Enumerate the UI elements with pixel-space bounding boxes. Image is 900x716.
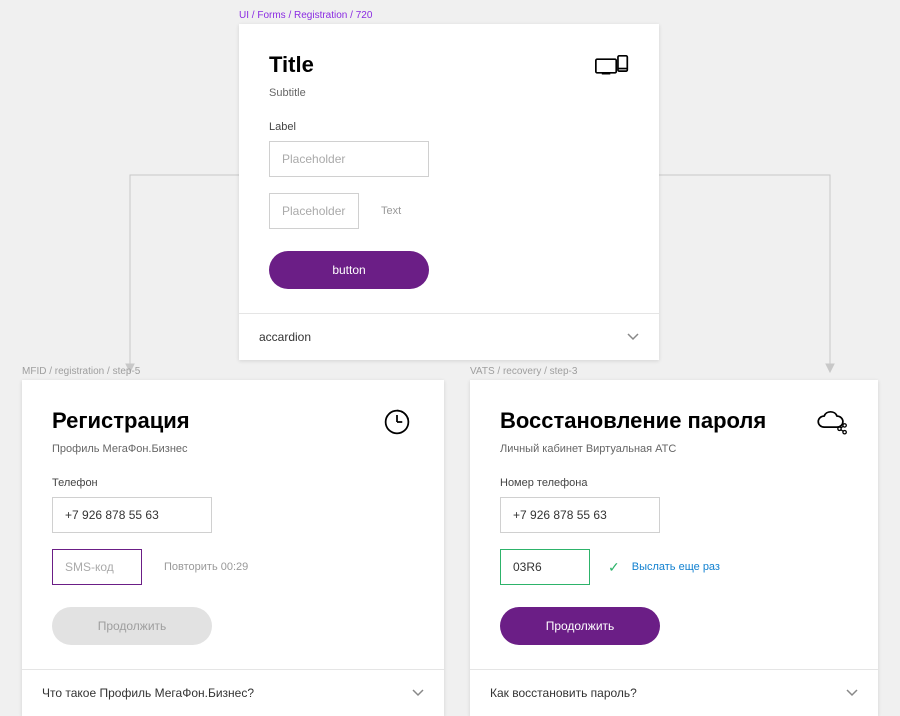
- continue-button[interactable]: Продолжить: [500, 607, 660, 645]
- phone-label: Номер телефона: [500, 477, 848, 489]
- phone-input[interactable]: [52, 497, 212, 533]
- main-input[interactable]: [269, 141, 429, 177]
- registration-form-card: MFID / registration / step-5 Регистрация…: [22, 380, 444, 716]
- form-title: Title: [269, 52, 314, 78]
- form-title: Восстановление пароля: [500, 408, 766, 434]
- breadcrumb: VATS / recovery / step-3: [470, 366, 577, 377]
- accordion-toggle[interactable]: Как восстановить пароль?: [470, 669, 878, 716]
- check-icon: ✓: [608, 559, 620, 576]
- accordion-label: accardion: [259, 330, 311, 344]
- chevron-down-icon: [412, 686, 424, 700]
- resend-link[interactable]: Выслать еще раз: [632, 561, 720, 573]
- phone-input[interactable]: [500, 497, 660, 533]
- accordion-toggle[interactable]: Что такое Профиль МегаФон.Бизнес?: [22, 669, 444, 716]
- clock-icon: [380, 408, 414, 439]
- resend-countdown: Повторить 00:29: [164, 561, 248, 573]
- accordion-label: Что такое Профиль МегаФон.Бизнес?: [42, 686, 254, 700]
- form-subtitle: Профиль МегаФон.Бизнес: [52, 443, 414, 455]
- chevron-down-icon: [627, 330, 639, 344]
- secondary-input[interactable]: [269, 193, 359, 229]
- continue-button: Продолжить: [52, 607, 212, 645]
- submit-button[interactable]: button: [269, 251, 429, 289]
- cloud-icon: [814, 408, 848, 439]
- side-text: Text: [381, 205, 401, 217]
- chevron-down-icon: [846, 686, 858, 700]
- accordion-toggle[interactable]: accardion: [239, 313, 659, 360]
- phone-label: Телефон: [52, 477, 414, 489]
- form-title: Регистрация: [52, 408, 190, 434]
- template-form-card: UI / Forms / Registration / 720 Title Su…: [239, 24, 659, 360]
- breadcrumb: UI / Forms / Registration / 720: [239, 10, 372, 21]
- accordion-label: Как восстановить пароль?: [490, 686, 637, 700]
- form-subtitle: Личный кабинет Виртуальная АТС: [500, 443, 848, 455]
- code-input[interactable]: [500, 549, 590, 585]
- breadcrumb: MFID / registration / step-5: [22, 366, 140, 377]
- devices-icon: [595, 52, 629, 83]
- recovery-form-card: VATS / recovery / step-3 Восстановление …: [470, 380, 878, 716]
- sms-code-input[interactable]: [52, 549, 142, 585]
- form-subtitle: Subtitle: [269, 87, 629, 99]
- field-label: Label: [269, 121, 629, 133]
